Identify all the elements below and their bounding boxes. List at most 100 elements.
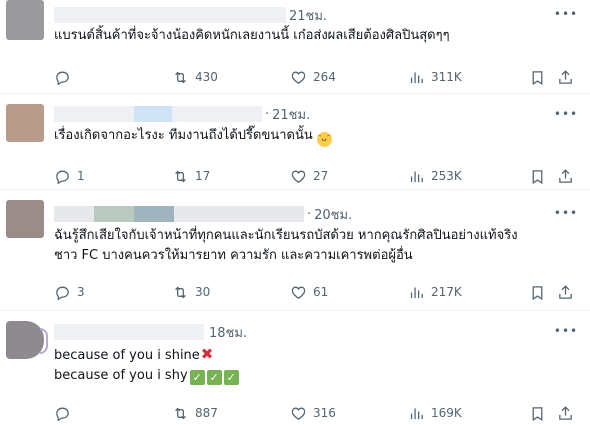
views-button[interactable]: 169K: [408, 405, 462, 422]
more-icon[interactable]: •••: [554, 6, 577, 22]
views-icon: [410, 171, 423, 182]
share-button[interactable]: [557, 405, 574, 422]
like-button[interactable]: 27: [290, 168, 328, 185]
tweet-header: · 20ชม.: [54, 204, 352, 224]
share-button[interactable]: [557, 284, 574, 301]
views-button[interactable]: 253K: [408, 168, 462, 185]
tweet-header: 18ชม.: [54, 322, 247, 342]
avatar[interactable]: [6, 321, 44, 359]
retweet-button[interactable]: 30: [172, 284, 210, 301]
heart-icon: [291, 170, 306, 183]
bookmark-button[interactable]: [529, 284, 546, 301]
like-button[interactable]: 264: [290, 69, 336, 86]
tweet-text: แบรนด์สิ้นค้าที่จะจ้างน้องคิดหนักเลยงานน…: [54, 26, 572, 46]
tweet-text-line: เรื่องเกิดจากอะไรงะ ทีมงานถึงได้ปรี๊ดขนา…: [54, 126, 572, 147]
reply-icon: [56, 286, 69, 300]
laughing-emoji-icon: ᵔᴗᵔ: [316, 132, 332, 147]
retweet-button[interactable]: 430: [172, 69, 218, 86]
reply-button[interactable]: [54, 69, 77, 86]
retweet-count: 887: [195, 406, 218, 420]
views-icon: [410, 287, 423, 298]
bookmark-icon: [532, 70, 543, 85]
bookmark-button[interactable]: [529, 69, 546, 86]
tweet-header: · 21ชม.: [54, 104, 310, 124]
avatar[interactable]: [6, 200, 44, 238]
avatar[interactable]: [6, 104, 44, 142]
check-mark-emoji-icon: ✓: [189, 370, 205, 385]
more-icon[interactable]: •••: [554, 106, 577, 122]
like-button[interactable]: 61: [290, 284, 328, 301]
tweet-text-line: ชาว FC บางคนควรให้มารยาท ความรัก และความ…: [54, 248, 413, 263]
more-icon[interactable]: •••: [554, 323, 577, 339]
views-icon: [410, 408, 423, 419]
avatar[interactable]: [6, 0, 44, 40]
view-count: 169K: [431, 406, 462, 420]
reply-icon: [56, 407, 69, 421]
redacted-username: [54, 7, 286, 23]
views-button[interactable]: 217K: [408, 284, 462, 301]
tweet-text: because of you i shine✖ because of you i…: [54, 344, 572, 386]
share-icon: [559, 168, 572, 183]
like-count: 316: [313, 406, 336, 420]
retweet-button[interactable]: 17: [172, 168, 210, 185]
tweet[interactable]: · 21ชม. ••• เรื่องเกิดจากอะไรงะ ทีมงานถึ…: [0, 94, 590, 190]
view-count: 217K: [431, 285, 462, 299]
like-count: 61: [313, 285, 329, 299]
reply-icon: [56, 170, 69, 184]
like-count: 264: [313, 70, 336, 84]
check-mark-emoji-icon: ✓: [206, 370, 222, 385]
timestamp[interactable]: 18ชม.: [209, 322, 247, 343]
share-icon: [559, 284, 572, 299]
view-count: 311K: [431, 70, 462, 84]
tweet-actions: 3 30 61 217K: [54, 282, 576, 302]
retweet-count: 30: [195, 285, 211, 299]
tweet-text: ฉันรู้สึกเสียใจกับเจ้าหน้าที่ทุกคนและนัก…: [54, 226, 572, 266]
redacted-username: [54, 106, 134, 122]
tweet[interactable]: 21ชม. ••• แบรนด์สิ้นค้าที่จะจ้างน้องคิดห…: [0, 0, 590, 94]
reply-button[interactable]: [54, 405, 77, 422]
tweet-actions: 887 316 169K: [54, 403, 576, 423]
share-icon: [559, 69, 572, 84]
reply-button[interactable]: 1: [54, 168, 85, 185]
tweet-actions: 430 264 311K: [54, 67, 576, 87]
separator-dot: ·: [307, 206, 312, 222]
more-icon[interactable]: •••: [554, 205, 577, 221]
retweet-icon: [175, 286, 186, 298]
redacted-username: [54, 324, 204, 340]
timestamp[interactable]: 20ชม.: [314, 204, 352, 225]
like-button[interactable]: 316: [290, 405, 336, 422]
avatar-ring: [40, 328, 48, 354]
tweet-text-line: because of you i shy ✓ ✓ ✓: [54, 366, 572, 386]
like-count: 27: [313, 169, 329, 183]
bookmark-button[interactable]: [529, 168, 546, 185]
reply-button[interactable]: 3: [54, 284, 85, 301]
views-button[interactable]: 311K: [408, 69, 462, 86]
tweet[interactable]: · 20ชม. ••• ฉันรู้สึกเสียใจกับเจ้าหน้าที…: [0, 190, 590, 311]
redacted-username: [134, 206, 174, 222]
reply-count: 1: [77, 169, 85, 183]
heart-icon: [291, 71, 306, 84]
bookmark-icon: [532, 285, 543, 300]
timestamp[interactable]: 21ชม.: [289, 5, 327, 26]
tweet-text: เรื่องเกิดจากอะไรงะ ทีมงานถึงได้ปรี๊ดขนา…: [54, 126, 572, 147]
retweet-button[interactable]: 887: [172, 405, 218, 422]
retweet-icon: [175, 71, 186, 83]
tweet-text-line: แบรนด์สิ้นค้าที่จะจ้างน้องคิดหนักเลยงานน…: [54, 28, 450, 43]
tweet[interactable]: 18ชม. ••• because of you i shine✖ becaus…: [0, 311, 590, 425]
view-count: 253K: [431, 169, 462, 183]
views-icon: [410, 72, 423, 83]
redacted-username: [134, 106, 172, 122]
tweet-header: 21ชม.: [54, 5, 327, 25]
check-mark-emoji-icon: ✓: [223, 370, 239, 385]
retweet-icon: [175, 170, 186, 182]
separator-dot: ·: [265, 106, 270, 122]
redacted-username: [54, 206, 94, 222]
timestamp[interactable]: 21ชม.: [272, 104, 310, 125]
reply-count: 3: [77, 285, 85, 299]
share-button[interactable]: [557, 69, 574, 86]
bookmark-button[interactable]: [529, 405, 546, 422]
retweet-count: 17: [195, 169, 211, 183]
heart-icon: [291, 286, 306, 299]
share-button[interactable]: [557, 168, 574, 185]
heart-icon: [291, 407, 306, 420]
